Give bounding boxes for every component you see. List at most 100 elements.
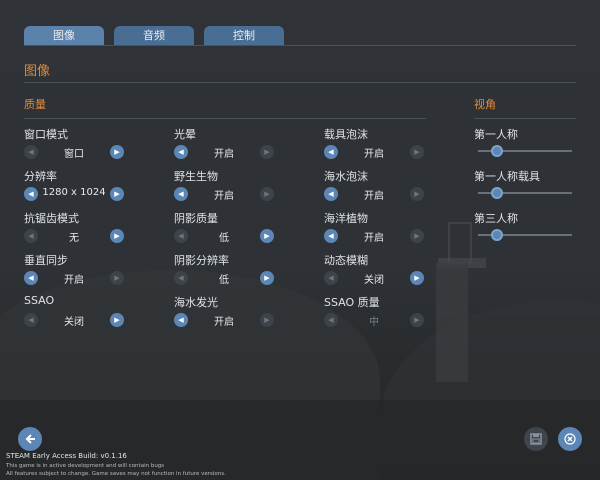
setting-selector: ◀ 低 ▶ [174,228,276,244]
tab-graphics[interactable]: 图像 [24,26,104,45]
setting-selector: ◀ 开启 ▶ [324,186,426,202]
setting-selector: ◀ 窗口 ▶ [24,144,126,160]
arrow-left-icon[interactable]: ◀ [174,313,188,327]
setting-label: 载具泡沫 [324,128,368,141]
setting-value: 关闭 [364,275,384,286]
page-title: 图像 [24,64,51,79]
setting-selector: ◀ 开启 ▶ [24,270,126,286]
slider-handle[interactable] [491,229,503,241]
setting-selector: ◀ 中 ▶ [324,312,426,328]
close-icon [564,433,576,445]
arrow-right-icon[interactable]: ▶ [110,187,124,201]
view-slider[interactable] [478,144,572,158]
setting-value: 开启 [64,275,84,286]
setting-3: 分辨率 ◀ 1280 x 1024 ▶ [24,168,134,206]
setting-9: 垂直同步 ◀ 开启 ▶ [24,252,134,290]
setting-selector: ◀ 1280 x 1024 ▶ [24,186,126,202]
slider-label: 第一人称 [474,128,518,141]
divider [24,118,426,119]
arrow-left-icon[interactable]: ◀ [324,145,338,159]
view-setting-2: 第三人称 [474,210,584,225]
arrow-right-icon[interactable]: ▶ [110,313,124,327]
setting-value: 开启 [364,149,384,160]
setting-10: 阴影分辨率 ◀ 低 ▶ [174,252,284,290]
lighthouse-tower [436,262,468,382]
setting-7: 阴影质量 ◀ 低 ▶ [174,210,284,248]
arrow-left-icon: ◀ [174,229,188,243]
setting-label: 光晕 [174,128,196,141]
setting-selector: ◀ 开启 ▶ [174,186,276,202]
dev-notice: This game is in active development and w… [6,463,165,469]
setting-selector: ◀ 开启 ▶ [324,228,426,244]
arrow-right-icon[interactable]: ▶ [410,271,424,285]
back-button[interactable] [18,427,42,451]
arrow-left-icon[interactable]: ◀ [174,145,188,159]
section-quality-heading: 质量 [24,98,46,111]
setting-label: 垂直同步 [24,254,68,267]
setting-value: 窗口 [64,149,84,160]
slider-label: 第三人称 [474,212,518,225]
setting-value: 开启 [364,233,384,244]
divider [24,82,576,83]
arrow-right-icon[interactable]: ▶ [110,229,124,243]
setting-value: 关闭 [64,317,84,328]
arrow-right-icon[interactable]: ▶ [260,229,274,243]
view-setting-0: 第一人称 [474,126,584,141]
slider-handle[interactable] [491,187,503,199]
slider-handle[interactable] [491,145,503,157]
save-button[interactable] [524,427,548,451]
arrow-left-icon: ◀ [174,271,188,285]
back-arrow-icon [25,434,35,444]
arrow-right-icon: ▶ [410,187,424,201]
setting-label: 海水发光 [174,296,218,309]
setting-label: 动态模糊 [324,254,368,267]
setting-selector: ◀ 关闭 ▶ [324,270,426,286]
arrow-right-icon[interactable]: ▶ [260,271,274,285]
setting-label: 抗锯齿模式 [24,212,79,225]
setting-label: SSAO 质量 [324,296,380,309]
setting-value: 开启 [364,191,384,202]
setting-label: 海水泡沫 [324,170,368,183]
close-button[interactable] [558,427,582,451]
arrow-left-icon: ◀ [24,229,38,243]
setting-selector: ◀ 低 ▶ [174,270,276,286]
arrow-left-icon[interactable]: ◀ [24,271,38,285]
setting-value: 低 [219,233,229,244]
tab-audio[interactable]: 音频 [114,26,194,45]
arrow-left-icon[interactable]: ◀ [324,187,338,201]
setting-4: 野生生物 ◀ 开启 ▶ [174,168,284,206]
setting-8: 海洋植物 ◀ 开启 ▶ [324,210,434,248]
arrow-left-icon[interactable]: ◀ [324,229,338,243]
setting-13: 海水发光 ◀ 开启 ▶ [174,294,284,332]
setting-1: 光晕 ◀ 开启 ▶ [174,126,284,164]
setting-label: SSAO [24,294,55,307]
setting-12: SSAO ◀ 关闭 ▶ [24,294,134,332]
slider-label: 第一人称载具 [474,170,540,183]
setting-label: 海洋植物 [324,212,368,225]
setting-selector: ◀ 开启 ▶ [174,312,276,328]
tab-bar: 图像 音频 控制 [24,26,284,45]
arrow-left-icon: ◀ [24,145,38,159]
arrow-left-icon[interactable]: ◀ [24,187,38,201]
setting-11: 动态模糊 ◀ 关闭 ▶ [324,252,434,290]
arrow-right-icon: ▶ [260,187,274,201]
setting-value: 中 [369,317,379,328]
setting-label: 分辨率 [24,170,57,183]
tab-controls[interactable]: 控制 [204,26,284,45]
arrow-right-icon: ▶ [110,271,124,285]
arrow-left-icon: ◀ [324,271,338,285]
setting-label: 窗口模式 [24,128,68,141]
setting-selector: ◀ 开启 ▶ [324,144,426,160]
section-view-heading: 视角 [474,98,496,111]
build-version: STEAM Early Access Build: v0.1.16 [6,452,127,460]
divider [474,118,576,119]
setting-2: 载具泡沫 ◀ 开启 ▶ [324,126,434,164]
arrow-right-icon: ▶ [260,145,274,159]
arrow-left-icon[interactable]: ◀ [174,187,188,201]
setting-selector: ◀ 开启 ▶ [174,144,276,160]
arrow-right-icon[interactable]: ▶ [110,145,124,159]
view-slider[interactable] [478,228,572,242]
view-slider[interactable] [478,186,572,200]
dev-notice: All features subject to change. Game sav… [6,471,226,477]
setting-14: SSAO 质量 ◀ 中 ▶ [324,294,434,332]
